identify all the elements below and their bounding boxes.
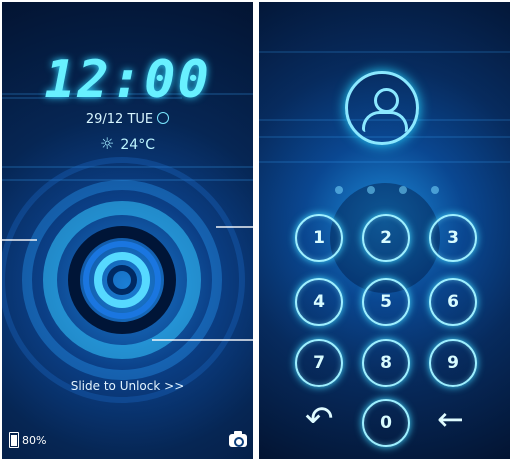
pin-indicator bbox=[335, 186, 439, 194]
battery-icon bbox=[9, 432, 19, 448]
slide-arrows: >> bbox=[164, 379, 185, 393]
alarm-clock-icon bbox=[157, 112, 170, 124]
clock-time: 12:00 bbox=[44, 50, 211, 110]
key-7[interactable]: 7 bbox=[295, 339, 343, 387]
weather-row: ☼ 24°C bbox=[2, 134, 253, 153]
camera-icon[interactable] bbox=[229, 431, 247, 447]
key-2[interactable]: 2 bbox=[362, 214, 410, 262]
key-1[interactable]: 1 bbox=[295, 214, 343, 262]
key-8[interactable]: 8 bbox=[362, 339, 410, 387]
user-icon bbox=[345, 71, 419, 145]
pin-screen-panel: 1 2 3 4 5 6 7 8 9 ↶ 0 ← bbox=[259, 2, 510, 459]
date-text: 29/12 TUE bbox=[85, 112, 154, 127]
key-9[interactable]: 9 bbox=[429, 339, 477, 387]
slide-label: Slide to Unlock bbox=[70, 379, 161, 393]
back-arrow-icon[interactable]: ↶ bbox=[305, 402, 334, 436]
key-4[interactable]: 4 bbox=[295, 278, 343, 326]
key-0[interactable]: 0 bbox=[362, 399, 410, 447]
delete-arrow-icon[interactable]: ← bbox=[437, 403, 464, 435]
key-6[interactable]: 6 bbox=[429, 278, 477, 326]
key-3[interactable]: 3 bbox=[429, 214, 477, 262]
sun-icon: ☼ bbox=[100, 134, 115, 153]
lock-screen-panel: 12:00 29/12 TUE ☼ 24°C Slide to Unlock >>… bbox=[2, 2, 253, 459]
date-label: 29/12 TUE bbox=[2, 112, 253, 127]
slide-to-unlock[interactable]: Slide to Unlock >> bbox=[2, 379, 253, 393]
battery-text: 80% bbox=[22, 433, 47, 447]
temperature-text: 24°C bbox=[120, 137, 155, 153]
battery-status: 80% bbox=[9, 432, 46, 448]
key-5[interactable]: 5 bbox=[362, 278, 410, 326]
